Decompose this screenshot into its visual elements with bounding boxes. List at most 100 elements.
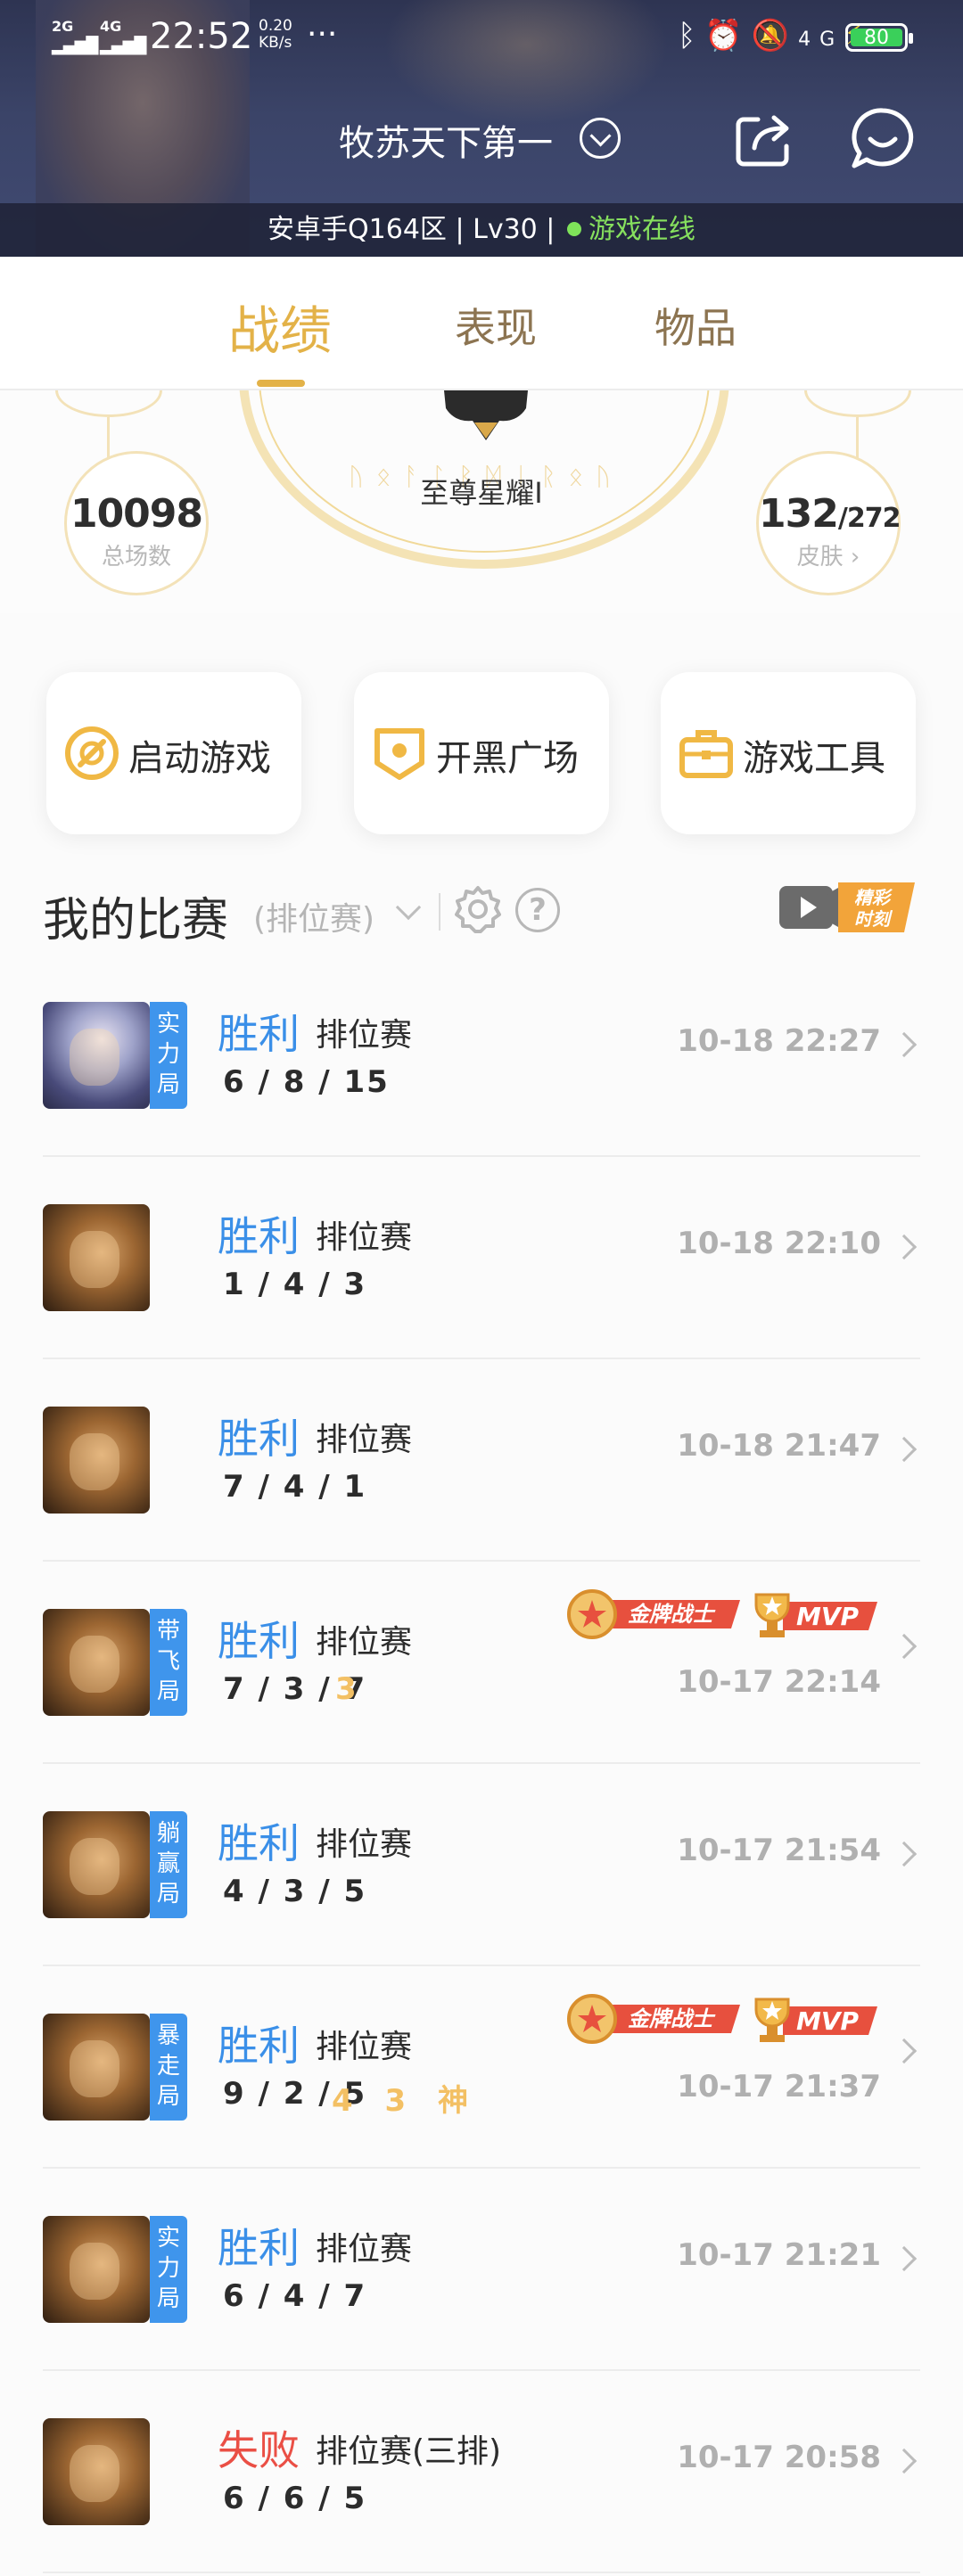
multikill-badges: 3 bbox=[335, 1671, 367, 1707]
match-kda: 6 / 8 / 15 bbox=[223, 1064, 390, 1100]
online-dot-icon bbox=[566, 222, 581, 236]
match-mode-tag: 实力局 bbox=[150, 2216, 187, 2323]
game-tools-button[interactable]: 游戏工具 bbox=[661, 672, 916, 834]
chat-icon[interactable] bbox=[849, 105, 917, 173]
match-row[interactable]: 暴走局胜利 排位赛 9 / 2 / 54 3 神金牌战士 MVP 10-17 21:37 bbox=[43, 1967, 920, 2169]
tab-performance[interactable]: 表现 bbox=[455, 296, 537, 355]
match-type: 排位赛 bbox=[316, 1826, 413, 1863]
skins-stat[interactable]: 132/272 皮肤 › bbox=[756, 451, 901, 595]
match-type: 排位赛 bbox=[316, 2231, 413, 2268]
bluetooth-icon: ᛒ bbox=[677, 18, 705, 53]
hero-avatar bbox=[43, 2216, 150, 2323]
launch-game-button[interactable]: 启动游戏 bbox=[46, 672, 301, 834]
match-kda: 6 / 4 / 7 bbox=[223, 2278, 367, 2314]
match-kda: 6 / 6 / 5 bbox=[223, 2481, 367, 2516]
network-speed: 0.20 KB/s bbox=[259, 17, 292, 52]
gear-icon[interactable] bbox=[451, 882, 505, 936]
clock: 22:52 bbox=[150, 16, 253, 57]
online-status: 游戏在线 bbox=[588, 214, 696, 245]
chevron-right-icon[interactable] bbox=[891, 1436, 918, 1463]
server-info-bar: 安卓手Q164区 | Lv30 | 游戏在线 bbox=[0, 203, 963, 257]
my-matches-header: 我的比赛 (排位赛) ? 精彩 时刻 bbox=[43, 879, 926, 948]
match-time: 10-17 21:54 bbox=[677, 1833, 881, 1868]
share-icon[interactable] bbox=[731, 107, 795, 171]
svg-text:MVP: MVP bbox=[796, 2006, 860, 2036]
sim2-signal: 4G ▂▄▆█ bbox=[100, 18, 146, 55]
team-square-icon bbox=[374, 728, 424, 780]
rank-summary: ᚢᛟᚨᛚᛒᛞᛁᚱᛟᚢ 至尊星耀Ⅰ 10098 总场数 132/272 皮肤 › bbox=[0, 390, 963, 613]
chevron-right-icon[interactable] bbox=[891, 1841, 918, 1867]
account-switch-icon[interactable] bbox=[580, 118, 621, 159]
profile-header: 2G▂▄▆█ 4G▂▄▆█ 22:52 0.20 KB/s ··· ᛒ⏰🔕4G⚡… bbox=[0, 0, 963, 257]
sim1-signal: 2G ▂▄▆█ bbox=[52, 18, 98, 55]
team-square-label: 开黑广场 bbox=[436, 738, 579, 779]
chevron-right-icon[interactable] bbox=[891, 2448, 918, 2474]
match-result: 胜利 bbox=[218, 1212, 300, 1260]
match-time: 10-17 21:21 bbox=[677, 2237, 881, 2273]
svg-text:精彩: 精彩 bbox=[854, 887, 893, 908]
chevron-right-icon[interactable] bbox=[891, 2038, 918, 2064]
launch-game-label: 启动游戏 bbox=[128, 738, 271, 779]
lte-icon: 4G bbox=[798, 29, 844, 51]
my-matches-title: 我的比赛 bbox=[43, 894, 229, 948]
mvp-badge: MVP bbox=[754, 1593, 877, 1637]
more-notifications-icon: ··· bbox=[307, 16, 338, 53]
svg-text:金牌战士: 金牌战士 bbox=[628, 2006, 716, 2031]
match-row[interactable]: 躺赢局胜利 排位赛 4 / 3 / 5 10-17 21:54 bbox=[43, 1765, 920, 1966]
match-kda: 1 / 4 / 3 bbox=[223, 1267, 367, 1302]
match-result: 胜利 bbox=[218, 1617, 300, 1665]
help-icon[interactable]: ? bbox=[515, 888, 560, 932]
match-mode-tag: 暴走局 bbox=[150, 2014, 187, 2121]
match-result: 胜利 bbox=[218, 2224, 300, 2272]
mute-icon: 🔕 bbox=[751, 18, 799, 53]
highlight-moments-button[interactable]: 精彩 时刻 bbox=[779, 879, 915, 936]
match-row[interactable]: 带飞局胜利 排位赛 7 / 3 / 7 3 金牌战士 MVP 10-17 22:14 bbox=[43, 1563, 920, 1764]
player-nickname[interactable]: 牧苏天下第一 bbox=[339, 114, 553, 166]
match-time: 10-17 20:58 bbox=[677, 2440, 881, 2475]
team-square-button[interactable]: 开黑广场 bbox=[354, 672, 609, 834]
match-row[interactable]: 胜利 排位赛 7 / 4 / 1 10-18 21:47 bbox=[43, 1360, 920, 1562]
tab-record[interactable]: 战绩 bbox=[228, 289, 332, 364]
total-matches-value: 10098 bbox=[70, 491, 203, 537]
match-result: 胜利 bbox=[218, 2022, 300, 2070]
match-row[interactable]: 实力局胜利 排位赛 6 / 4 / 7 10-17 21:21 bbox=[43, 2170, 920, 2371]
match-time: 10-18 22:10 bbox=[677, 1226, 881, 1261]
match-kda: 4 / 3 / 5 bbox=[223, 1874, 367, 1909]
skins-label: 皮肤 › bbox=[796, 544, 860, 570]
chevron-right-icon[interactable] bbox=[891, 1633, 918, 1660]
match-result: 胜利 bbox=[218, 1819, 300, 1867]
match-row[interactable]: 胜利 排位赛 1 / 4 / 3 10-18 22:10 bbox=[43, 1158, 920, 1359]
chevron-right-icon[interactable] bbox=[891, 1031, 918, 1058]
match-result: 胜利 bbox=[218, 1010, 300, 1058]
hero-avatar bbox=[43, 1204, 150, 1311]
match-type: 排位赛 bbox=[316, 1219, 413, 1256]
match-mode-tag: 实力局 bbox=[150, 1002, 187, 1109]
match-mode-tag: 带飞局 bbox=[150, 1609, 187, 1716]
total-matches-stat[interactable]: 10098 总场数 bbox=[64, 451, 209, 595]
hero-avatar bbox=[43, 2014, 150, 2121]
match-type: 排位赛(三排) bbox=[316, 2433, 502, 2470]
match-type: 排位赛 bbox=[316, 1017, 413, 1054]
match-row[interactable]: 失败 排位赛(三排) 6 / 6 / 5 10-17 20:58 bbox=[43, 2372, 920, 2573]
status-bar: 2G▂▄▆█ 4G▂▄▆█ 22:52 0.20 KB/s ··· ᛒ⏰🔕4G⚡… bbox=[0, 0, 963, 73]
toolbox-icon bbox=[679, 730, 733, 778]
gold-warrior-badge: 金牌战士 bbox=[567, 1589, 740, 1639]
chevron-down-icon[interactable] bbox=[395, 894, 422, 921]
game-tools-label: 游戏工具 bbox=[743, 738, 885, 779]
chevron-right-icon[interactable] bbox=[891, 2245, 918, 2272]
svg-text:金牌战士: 金牌战士 bbox=[628, 1602, 716, 1627]
gold-warrior-badge: 金牌战士 bbox=[567, 1994, 740, 2044]
match-row[interactable]: 实力局胜利 排位赛 6 / 8 / 15 10-18 22:27 bbox=[43, 956, 920, 1157]
tab-items[interactable]: 物品 bbox=[654, 296, 737, 355]
hero-avatar bbox=[43, 1002, 150, 1109]
system-status-icons: ᛒ⏰🔕4G⚡ bbox=[678, 18, 874, 53]
match-type: 排位赛 bbox=[316, 2029, 413, 2065]
match-type-filter[interactable]: (排位赛) bbox=[253, 893, 374, 939]
match-type: 排位赛 bbox=[316, 1422, 413, 1458]
game-record-page: 2G▂▄▆█ 4G▂▄▆█ 22:52 0.20 KB/s ··· ᛒ⏰🔕4G⚡… bbox=[0, 0, 963, 2576]
match-result: 胜利 bbox=[218, 1415, 300, 1463]
active-tab-indicator bbox=[257, 380, 305, 387]
hero-avatar bbox=[43, 1407, 150, 1514]
tab-bar: 战绩 表现 物品 bbox=[0, 257, 963, 390]
chevron-right-icon[interactable] bbox=[891, 1234, 918, 1260]
